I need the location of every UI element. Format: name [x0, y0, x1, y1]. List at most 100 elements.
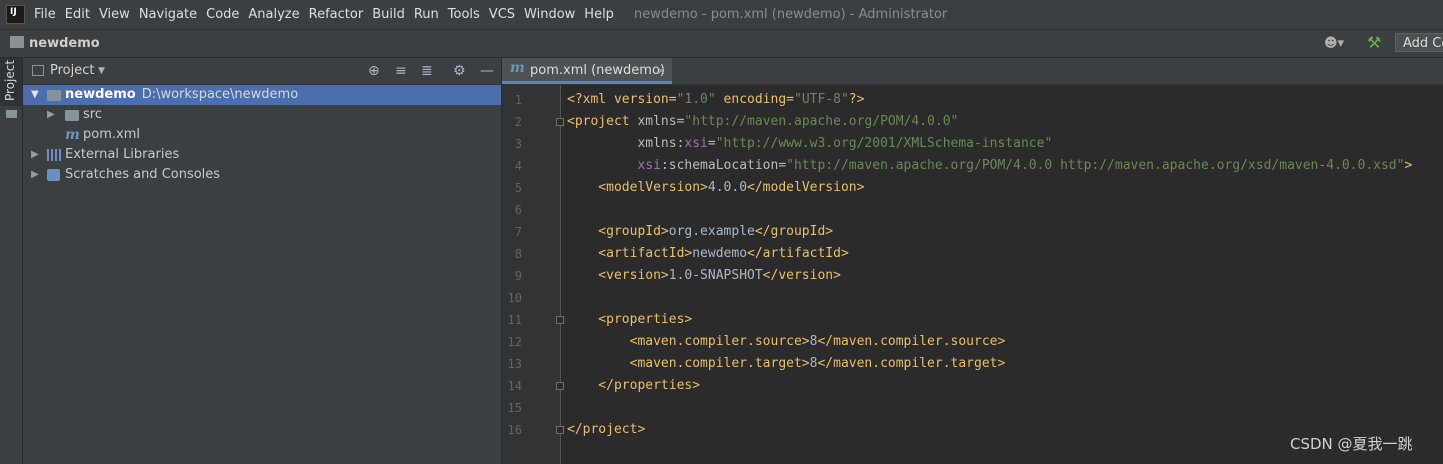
tree-item-label: pom.xml	[83, 127, 140, 142]
code-token: xsi	[684, 136, 708, 151]
minimize-icon[interactable]: —	[480, 58, 494, 84]
tree-item-scratches[interactable]: ▶ Scratches and Consoles	[23, 165, 501, 185]
code-token: org.example	[668, 224, 755, 239]
code-token: 1.0-SNAPSHOT	[668, 268, 763, 283]
editor-tab-label: pom.xml (newdemo)	[530, 63, 665, 78]
folder-icon	[65, 110, 79, 121]
menu-analyze[interactable]: Analyze	[248, 7, 299, 22]
code-token: </maven.compiler.source>	[817, 334, 1006, 349]
code-token: <modelVersion>	[567, 180, 708, 195]
project-view-selector[interactable]: Project	[50, 58, 94, 84]
code-token: </version>	[762, 268, 841, 283]
menu-build[interactable]: Build	[372, 7, 405, 22]
code-token: </groupId>	[754, 224, 834, 239]
expand-all-icon[interactable]: ≡	[395, 58, 407, 84]
chevron-down-icon[interactable]: ▼	[98, 58, 105, 84]
add-configuration-button[interactable]: Add Co	[1395, 33, 1443, 52]
code-token: =	[707, 136, 716, 151]
code-line: <artifactId>newdemo</artifactId>	[567, 243, 849, 265]
code-token: xsi	[567, 158, 661, 173]
menu-code[interactable]: Code	[206, 7, 239, 22]
code-editor[interactable]: <?xml version="1.0" encoding="UTF-8"?> <p…	[561, 85, 1443, 464]
line-number: 14	[507, 379, 522, 393]
maven-file-icon: m	[65, 127, 80, 143]
gear-icon[interactable]: ⚙	[453, 58, 466, 84]
breadcrumb-project[interactable]: newdemo	[29, 30, 100, 57]
menu-refactor[interactable]: Refactor	[309, 7, 364, 22]
intellij-logo-icon: IJ	[6, 5, 25, 24]
code-token: <artifactId>	[567, 246, 693, 261]
code-token: <groupId>	[567, 224, 669, 239]
line-number: 8	[514, 247, 522, 261]
locate-target-icon[interactable]: ⊕	[368, 58, 380, 84]
tree-item-src[interactable]: ▶ src	[23, 105, 501, 125]
code-token: xmlns=	[637, 114, 685, 129]
menu-vcs[interactable]: VCS	[489, 7, 515, 22]
code-line: <maven.compiler.source>8</maven.compiler…	[567, 331, 1006, 353]
code-token: encoding=	[715, 92, 794, 107]
menu-help[interactable]: Help	[584, 7, 614, 22]
tree-item-label: src	[83, 107, 102, 122]
close-icon[interactable]: ✕	[656, 58, 666, 84]
code-token: </maven.compiler.target>	[817, 356, 1006, 371]
line-number: 1	[514, 93, 522, 107]
folder-icon	[6, 110, 17, 118]
user-dropdown-icon[interactable]: ☻▾	[1324, 36, 1344, 51]
line-number: 11	[507, 313, 522, 327]
tree-item-pom-xml[interactable]: m pom.xml	[23, 125, 501, 145]
line-number: 9	[514, 269, 522, 283]
menu-file[interactable]: File	[34, 7, 56, 22]
collapse-all-icon[interactable]: ≣	[421, 58, 433, 84]
tree-item-newdemo[interactable]: ▼ newdemo D:\workspace\newdemo	[23, 85, 501, 105]
code-token: <project	[567, 114, 638, 129]
menu-window[interactable]: Window	[524, 7, 575, 22]
line-number: 3	[514, 137, 522, 151]
code-token: <properties>	[567, 312, 693, 327]
menu-bar: IJ File Edit View Navigate Code Analyze …	[0, 0, 1443, 30]
window-title: newdemo - pom.xml (newdemo) - Administra…	[634, 7, 948, 22]
line-number: 16	[507, 423, 522, 437]
tree-item-external-libraries[interactable]: ▶ External Libraries	[23, 145, 501, 165]
code-line: <?xml version="1.0" encoding="UTF-8"?>	[567, 89, 864, 111]
line-number: 12	[507, 335, 522, 349]
editor-tab-pom-xml[interactable]: m pom.xml (newdemo) ✕	[502, 58, 672, 84]
project-tool-tab[interactable]: Project	[0, 58, 22, 118]
navigation-bar: newdemo ☻▾ ⚒ Add Co	[0, 30, 1443, 58]
library-icon	[47, 149, 61, 161]
editor-area: m pom.xml (newdemo) ✕ 1 2 3 4 5 6 7 8 9 10 11 12 13 1…	[502, 58, 1443, 464]
line-number: 7	[514, 225, 522, 239]
project-tool-tab-label: Project	[3, 59, 17, 101]
code-line: xmlns:xsi="http://www.w3.org/2001/XMLSch…	[567, 133, 1052, 155]
tree-item-label: External Libraries	[65, 147, 180, 162]
line-number: 6	[514, 203, 522, 217]
code-token: "UTF-8"	[794, 92, 849, 107]
code-token: ?>	[848, 92, 865, 107]
chevron-right-icon[interactable]: ▶	[47, 105, 55, 125]
code-token: :schemaLocation=	[660, 158, 787, 173]
code-token: 4.0.0	[707, 180, 748, 195]
menu-tools[interactable]: Tools	[448, 7, 480, 22]
code-token: newdemo	[692, 246, 748, 261]
menu-run[interactable]: Run	[414, 7, 439, 22]
code-line: <project xmlns="http://maven.apache.org/…	[567, 111, 958, 133]
menu-view[interactable]: View	[99, 7, 130, 22]
build-hammer-icon[interactable]: ⚒	[1367, 33, 1381, 52]
code-line: <groupId>org.example</groupId>	[567, 221, 833, 243]
project-folder-icon	[47, 90, 61, 101]
chevron-right-icon[interactable]: ▶	[31, 145, 39, 165]
code-token: <?xml version=	[567, 92, 677, 107]
code-token: </properties>	[567, 378, 701, 393]
project-path: D:\workspace\newdemo	[141, 87, 299, 102]
code-token: </artifactId>	[747, 246, 849, 261]
project-view-icon	[32, 65, 44, 76]
main-menu: File Edit View Navigate Code Analyze Ref…	[34, 0, 623, 29]
code-line: <maven.compiler.target>8</maven.compiler…	[567, 353, 1006, 375]
line-number: 4	[514, 159, 522, 173]
code-line: </properties>	[567, 375, 700, 397]
menu-edit[interactable]: Edit	[65, 7, 90, 22]
chevron-down-icon[interactable]: ▼	[31, 85, 39, 105]
chevron-right-icon[interactable]: ▶	[31, 165, 39, 185]
code-token: <maven.compiler.target>	[567, 356, 810, 371]
menu-navigate[interactable]: Navigate	[139, 7, 197, 22]
scratches-icon	[47, 169, 60, 181]
